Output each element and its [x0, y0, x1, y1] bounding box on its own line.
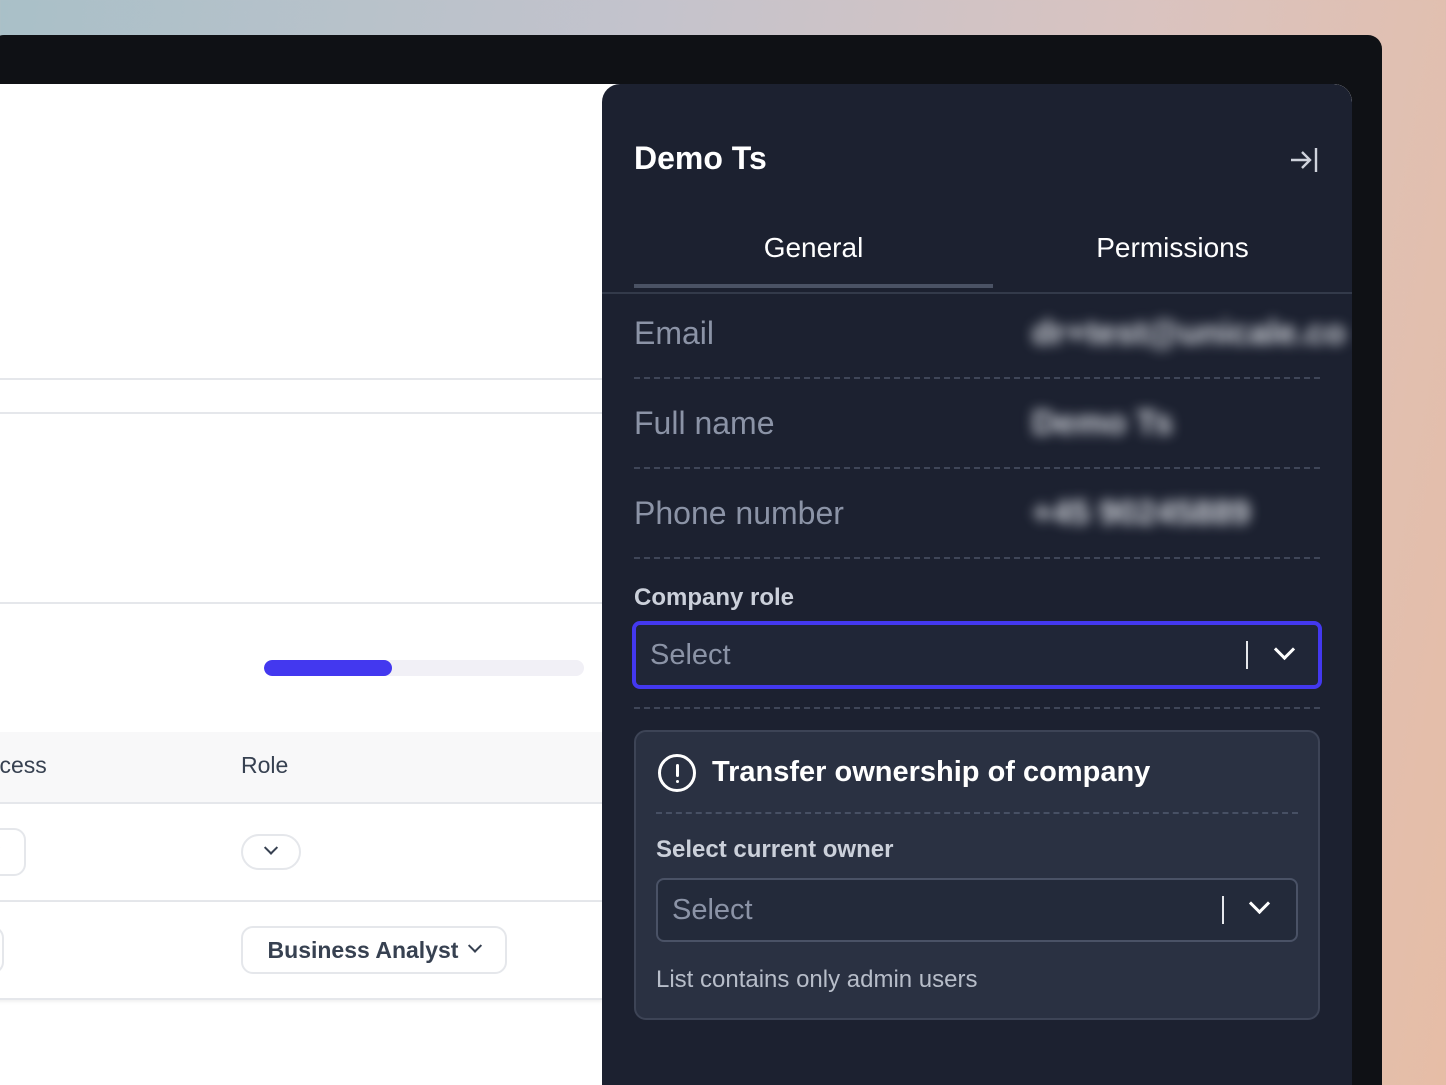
divider [0, 412, 602, 414]
role-value: Business Analyst [267, 936, 459, 963]
field-phone-number: Phone number +45 90245889 [634, 492, 1320, 582]
table-header: ccess Role [0, 732, 602, 804]
divider [602, 292, 1352, 294]
card-title: Transfer ownership of company [712, 756, 1151, 788]
access-dropdown[interactable] [0, 926, 4, 974]
field-email: Email dr+test@unicale.co [634, 312, 1346, 402]
divider [634, 557, 1320, 559]
progress-bar [264, 660, 584, 676]
current-owner-label: Select current owner [656, 836, 894, 863]
select-separator [1246, 641, 1248, 669]
select-separator [1222, 896, 1224, 924]
device-frame: ccess Role Business Analyst Demo Ts [0, 35, 1382, 1085]
role-dropdown[interactable] [241, 834, 301, 870]
collapse-panel-icon[interactable] [1288, 144, 1320, 176]
field-value: Demo Ts [1032, 404, 1174, 442]
transfer-ownership-card: Transfer ownership of company Select cur… [634, 730, 1320, 1020]
chevron-down-icon[interactable] [1273, 638, 1296, 661]
helper-text: List contains only admin users [656, 966, 978, 993]
field-label: Full name [634, 405, 775, 441]
tab-bar: General Permissions [634, 232, 1352, 294]
access-dropdown[interactable] [0, 828, 26, 876]
tab-permissions[interactable]: Permissions [993, 232, 1352, 264]
field-label: Email [634, 315, 715, 351]
chevron-down-icon [468, 938, 483, 953]
field-label: Phone number [634, 495, 844, 531]
table-row: Business Analyst [0, 902, 602, 1000]
field-value: +45 90245889 [1032, 494, 1251, 532]
panel-title: Demo Ts [634, 140, 767, 176]
divider [634, 467, 1320, 469]
company-role-select[interactable]: Select [632, 621, 1322, 689]
divider [634, 707, 1320, 709]
chevron-down-icon [263, 840, 279, 855]
divider [0, 378, 602, 380]
field-full-name: Full name Demo Ts [634, 402, 1320, 492]
column-header-access: ccess [0, 752, 47, 778]
divider [0, 602, 602, 604]
divider [656, 812, 1298, 814]
alert-circle-icon [658, 754, 696, 792]
chevron-down-icon[interactable] [1248, 892, 1271, 915]
progress-bar-fill [264, 660, 392, 676]
current-owner-select[interactable]: Select [656, 878, 1298, 942]
select-placeholder: Select [672, 893, 753, 926]
company-role-label: Company role [634, 584, 795, 611]
role-dropdown[interactable]: Business Analyst [241, 926, 507, 974]
column-header-role: Role [241, 752, 289, 778]
table-row [0, 804, 602, 902]
tab-general[interactable]: General [634, 232, 993, 264]
select-placeholder: Select [650, 638, 731, 671]
active-tab-indicator [634, 284, 993, 288]
app-screen: ccess Role Business Analyst Demo Ts [0, 84, 1352, 1085]
user-detail-panel: Demo Ts General Permissions Email dr+tes… [602, 84, 1352, 1085]
divider [634, 377, 1320, 379]
field-value: dr+test@unicale.co [1032, 314, 1346, 352]
